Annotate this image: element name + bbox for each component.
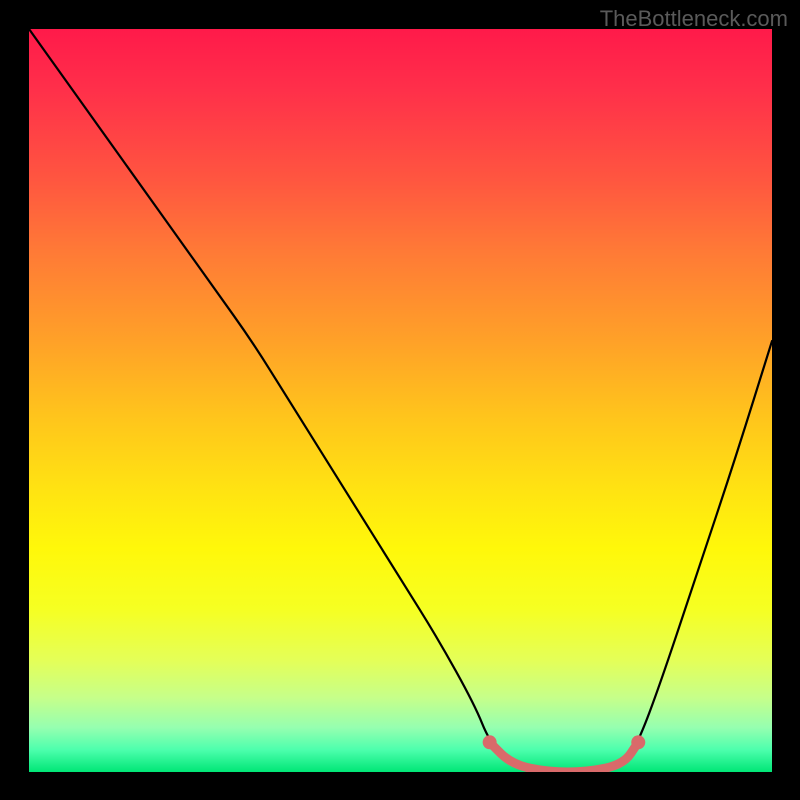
plot-area (29, 29, 772, 772)
highlight-dot-right (631, 735, 645, 749)
highlight-segment-line (490, 742, 639, 772)
highlight-dot-left (483, 735, 497, 749)
watermark-text: TheBottleneck.com (600, 6, 788, 32)
bottleneck-curve-line (29, 29, 772, 772)
chart-svg (29, 29, 772, 772)
